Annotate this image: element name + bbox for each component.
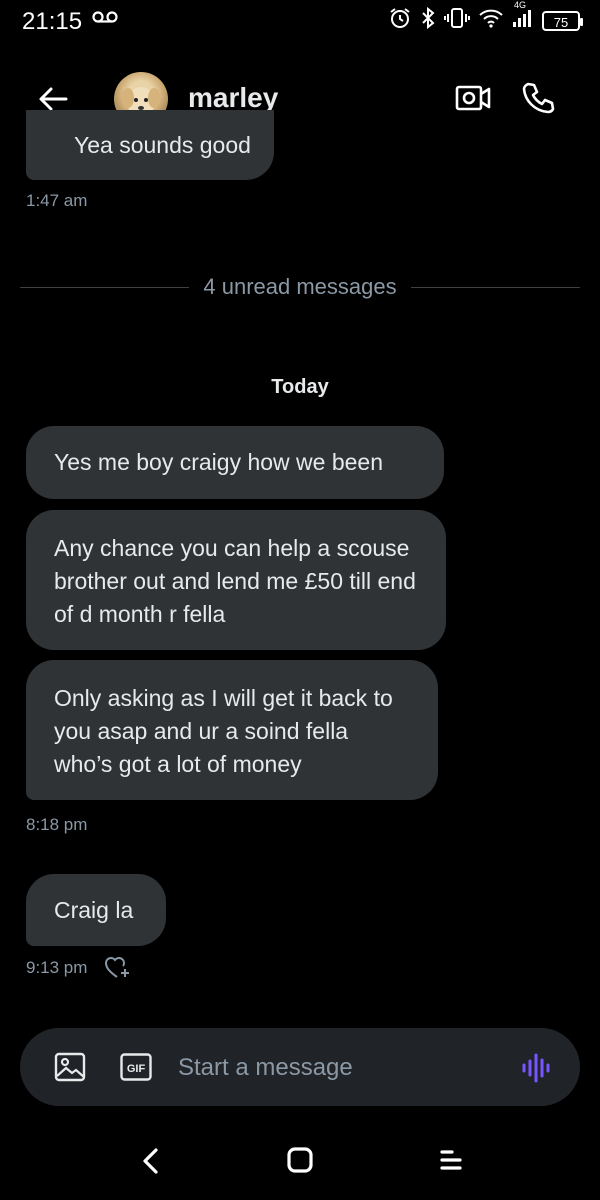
voicemail-icon bbox=[92, 10, 118, 29]
message-bubble[interactable]: Craig la bbox=[26, 874, 166, 946]
unread-label: 4 unread messages bbox=[203, 274, 397, 299]
message-bubble-partial[interactable]: Yea sounds good bbox=[26, 110, 274, 180]
bluetooth-icon bbox=[420, 6, 436, 35]
message-timestamp: 1:47 am bbox=[26, 191, 88, 210]
voice-message-icon[interactable] bbox=[520, 1052, 552, 1089]
nav-menu-icon[interactable] bbox=[438, 1146, 464, 1179]
message-bubble[interactable]: Only asking as I will get it back to you… bbox=[26, 660, 438, 800]
image-icon[interactable] bbox=[54, 1051, 86, 1088]
divider-line bbox=[410, 286, 581, 288]
network-type: 4G bbox=[514, 0, 527, 10]
video-call-icon[interactable] bbox=[455, 83, 491, 118]
battery-indicator: 75 bbox=[542, 10, 583, 31]
alarm-icon bbox=[388, 6, 412, 35]
day-separator: Today bbox=[271, 376, 329, 398]
message-timestamp: 8:18 pm bbox=[26, 815, 88, 834]
message-bubble[interactable]: Any chance you can help a scouse brother… bbox=[26, 510, 446, 650]
wifi-icon bbox=[478, 7, 504, 34]
gif-icon[interactable]: GIF bbox=[120, 1053, 152, 1086]
message-bubble[interactable]: Yes me boy craigy how we been bbox=[26, 426, 444, 499]
cell-signal-icon: 4G bbox=[512, 0, 534, 33]
message-input[interactable] bbox=[176, 1048, 500, 1088]
vibrate-icon bbox=[444, 6, 470, 35]
status-icons: 4G 75 bbox=[388, 0, 583, 35]
message-text: Yea sounds good bbox=[74, 132, 251, 158]
nav-back-icon[interactable] bbox=[140, 1146, 162, 1181]
unread-divider: 4 unread messages bbox=[20, 270, 581, 304]
status-time: 21:15 bbox=[22, 8, 83, 35]
gif-label: GIF bbox=[127, 1063, 146, 1075]
status-bar: 21:15 4G 75 bbox=[0, 0, 600, 44]
heart-plus-icon[interactable] bbox=[104, 955, 134, 986]
phone-call-icon[interactable] bbox=[520, 80, 556, 121]
nav-home-icon[interactable] bbox=[286, 1146, 314, 1179]
message-composer: GIF bbox=[20, 1028, 580, 1106]
message-timestamp: 9:13 pm bbox=[26, 958, 88, 977]
divider-line bbox=[20, 286, 190, 288]
